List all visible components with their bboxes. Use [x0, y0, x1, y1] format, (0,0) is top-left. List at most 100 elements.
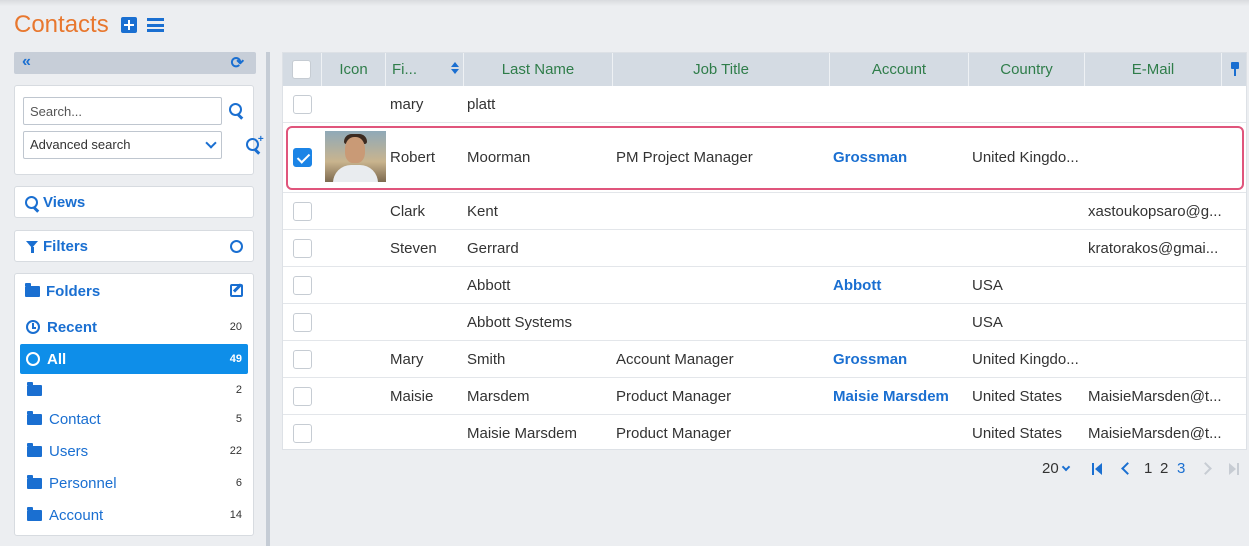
last-name-cell: Maisie Marsdem — [467, 424, 578, 442]
last-name-cell: platt — [467, 95, 496, 113]
search-input[interactable] — [23, 97, 222, 125]
row-checkbox[interactable] — [293, 148, 312, 167]
page-link-3[interactable]: 3 — [1177, 460, 1185, 477]
page-size-value: 20 — [1042, 460, 1059, 477]
table-row[interactable]: Robert Moorman PM Project Manager Grossm… — [283, 123, 1246, 193]
add-contact-icon[interactable] — [120, 17, 137, 33]
column-header-country[interactable]: Country — [969, 53, 1085, 86]
views-panel[interactable]: Views — [14, 186, 254, 218]
page-size-select[interactable]: 20 — [1042, 460, 1070, 477]
row-checkbox[interactable] — [293, 313, 312, 332]
sidebar-collapse-bar: « ⟳ — [14, 52, 256, 74]
page-link-1[interactable]: 1 — [1144, 460, 1152, 477]
folder-label: Users — [49, 442, 89, 460]
next-page-icon[interactable] — [1201, 462, 1213, 476]
pin-icon[interactable] — [1231, 62, 1239, 76]
chevron-down-icon — [1061, 462, 1070, 472]
table-row[interactable]: Abbott Systems USA — [283, 304, 1246, 341]
views-search-icon — [25, 196, 39, 210]
advanced-search-select[interactable]: Advanced search — [23, 131, 222, 159]
table-row[interactable]: Clark Kent xastoukopsaro@g... — [283, 193, 1246, 230]
folder-label: Account — [49, 506, 104, 524]
country-cell: United States — [972, 387, 1063, 405]
last-name-cell: Kent — [467, 202, 498, 220]
panel-splitter[interactable] — [266, 52, 270, 546]
row-checkbox[interactable] — [293, 239, 312, 258]
folder-item-personnel[interactable]: Personnel 6 — [20, 468, 248, 498]
search-icon[interactable] — [229, 103, 243, 117]
folder-icon — [27, 381, 42, 396]
folder-count: 20 — [229, 321, 242, 333]
search-panel: Advanced search + — [14, 85, 264, 175]
table-row[interactable]: Mary Smith Account Manager Grossman Unit… — [283, 341, 1246, 378]
account-link[interactable]: Grossman — [833, 123, 966, 192]
email-cell: kratorakos@gmai... — [1088, 239, 1219, 257]
country-cell: United Kingdo... — [972, 350, 1079, 368]
folder-item-contact[interactable]: Contact 5 — [20, 404, 248, 434]
first-page-icon[interactable] — [1092, 462, 1104, 476]
row-checkbox[interactable] — [293, 276, 312, 295]
filters-panel[interactable]: Filters — [14, 230, 254, 262]
account-link[interactable]: Maisie Marsdem — [833, 378, 966, 414]
row-checkbox[interactable] — [293, 387, 312, 406]
column-header-last-name[interactable]: Last Name — [464, 53, 613, 86]
grid-header: Icon Fi... Last Name Job Title Account C… — [283, 53, 1246, 86]
folders-label: Folders — [46, 283, 101, 300]
folder-item-unnamed[interactable]: 2 — [20, 375, 248, 405]
folder-item-account[interactable]: Account 14 — [20, 500, 248, 530]
country-cell: United Kingdo... — [972, 149, 1079, 166]
column-header-account[interactable]: Account — [830, 53, 969, 86]
folder-count: 5 — [235, 413, 242, 425]
previous-page-icon[interactable] — [1120, 462, 1132, 476]
filter-icon — [26, 241, 38, 253]
views-label: Views — [43, 194, 86, 211]
advanced-search-icon[interactable]: + — [245, 134, 264, 152]
folder-icon — [27, 506, 42, 521]
email-cell: MaisieMarsden@t... — [1088, 424, 1222, 442]
first-name-cell: Mary — [390, 350, 424, 368]
folder-icon — [27, 410, 42, 425]
select-all-checkbox[interactable] — [292, 60, 311, 79]
account-link[interactable]: Grossman — [833, 341, 966, 377]
table-row[interactable]: Maisie Marsdem Product Manager United St… — [283, 415, 1246, 449]
collapse-sidebar-icon[interactable]: « — [22, 53, 31, 71]
table-row[interactable]: Abbott Abbott USA — [283, 267, 1246, 304]
column-header-email[interactable]: E-Mail — [1085, 53, 1222, 86]
filter-clear-icon[interactable] — [230, 240, 243, 253]
folders-header: Folders — [25, 283, 100, 300]
last-page-icon[interactable] — [1227, 462, 1239, 476]
first-name-cell: Steven — [390, 239, 437, 257]
menu-icon[interactable] — [146, 18, 164, 32]
first-name-cell: Robert — [390, 149, 436, 166]
page-link-2[interactable]: 2 — [1160, 460, 1168, 477]
column-header-label: Fi... — [392, 61, 417, 78]
account-link[interactable]: Abbott — [833, 267, 966, 303]
avatar — [325, 131, 386, 182]
folder-item-users[interactable]: Users 22 — [20, 436, 248, 466]
refresh-icon[interactable]: ⟳ — [231, 53, 244, 73]
last-name-cell: Gerrard — [467, 239, 519, 257]
last-name-cell: Smith — [467, 350, 506, 368]
folders-panel: Folders Recent 20 All 49 2 Contact 5 Use… — [14, 273, 254, 536]
folder-item-all[interactable]: All 49 — [20, 344, 248, 374]
table-row[interactable]: mary platt — [283, 86, 1246, 123]
email-cell: MaisieMarsden@t... — [1088, 387, 1222, 405]
table-row[interactable]: Steven Gerrard kratorakos@gmai... — [283, 230, 1246, 267]
folder-count: 14 — [229, 509, 242, 521]
contacts-grid: Icon Fi... Last Name Job Title Account C… — [282, 52, 1247, 450]
table-row[interactable]: Maisie Marsdem Product Manager Maisie Ma… — [283, 378, 1246, 415]
folder-icon — [27, 442, 42, 457]
first-name-cell: Maisie — [390, 387, 434, 405]
row-checkbox[interactable] — [293, 95, 312, 114]
row-checkbox[interactable] — [293, 202, 312, 221]
page-title: Contacts — [14, 11, 109, 38]
column-header-icon[interactable]: Icon — [322, 53, 386, 86]
folder-item-recent[interactable]: Recent 20 — [20, 312, 248, 342]
row-checkbox[interactable] — [293, 424, 312, 443]
folder-label: Personnel — [49, 474, 117, 492]
top-shadow — [0, 0, 1249, 6]
column-header-first-name[interactable]: Fi... — [386, 53, 464, 86]
edit-folders-icon[interactable] — [230, 284, 243, 297]
column-header-job-title[interactable]: Job Title — [613, 53, 830, 86]
row-checkbox[interactable] — [293, 350, 312, 369]
